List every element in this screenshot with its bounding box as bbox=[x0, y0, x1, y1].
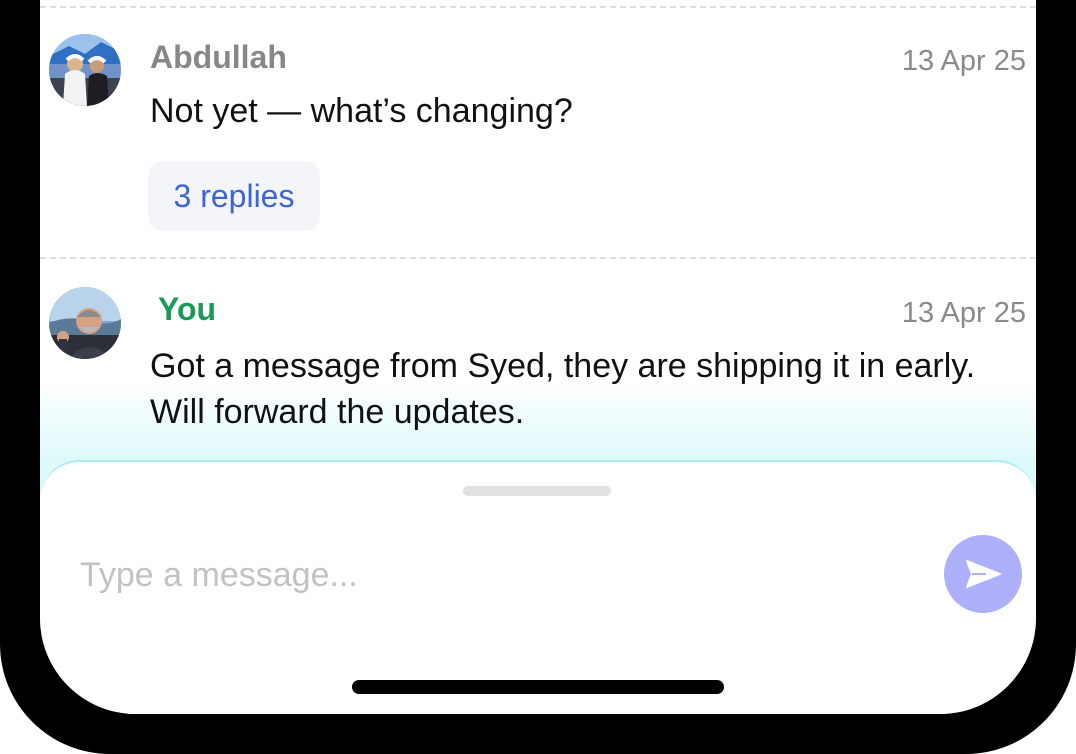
avatar[interactable] bbox=[49, 287, 121, 359]
message-divider bbox=[40, 6, 1036, 8]
message-input[interactable] bbox=[80, 550, 920, 600]
chat-screen: Abdullah 13 Apr 25 Not yet — what’s chan… bbox=[40, 0, 1036, 714]
composer-panel bbox=[40, 460, 1036, 714]
drag-handle[interactable] bbox=[463, 486, 611, 496]
send-button[interactable] bbox=[944, 535, 1022, 613]
avatar-photo-you bbox=[49, 287, 121, 359]
replies-label: 3 replies bbox=[173, 177, 295, 214]
send-icon bbox=[966, 560, 1001, 588]
message-divider bbox=[40, 257, 1036, 259]
replies-button[interactable]: 3 replies bbox=[148, 161, 320, 231]
avatar-photo-abdullah bbox=[49, 34, 121, 106]
avatar[interactable] bbox=[49, 34, 121, 106]
sender-name: Abdullah bbox=[150, 39, 287, 75]
message-text: Got a message from Syed, they are shippi… bbox=[150, 347, 976, 431]
home-indicator bbox=[352, 680, 724, 694]
message-text: Not yet — what’s changing? bbox=[150, 92, 573, 130]
message-timestamp: 13 Apr 25 bbox=[901, 297, 1026, 329]
sender-name: You bbox=[158, 291, 217, 327]
message-timestamp: 13 Apr 25 bbox=[901, 45, 1026, 77]
